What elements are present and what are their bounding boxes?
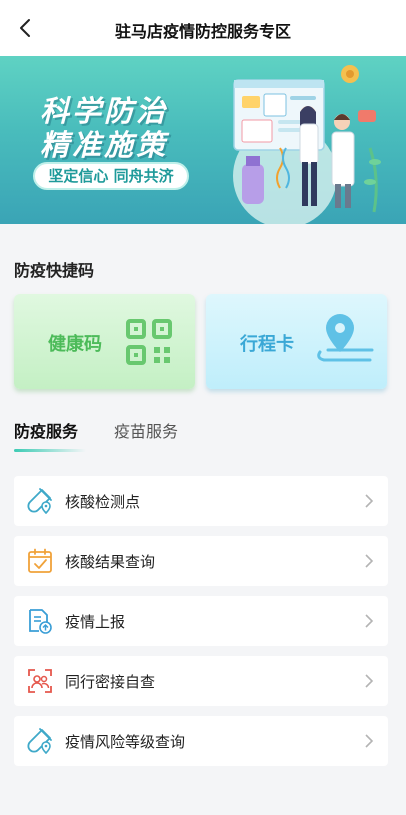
page-title: 驻马店疫情防控服务专区 xyxy=(114,22,291,41)
tab-epidemic-services[interactable]: 防疫服务 xyxy=(14,418,78,442)
service-item-test-sites[interactable]: 核酸检测点 xyxy=(14,476,388,526)
quick-codes-title: 防疫快捷码 xyxy=(14,261,95,280)
service-item-close-contact-check[interactable]: 同行密接自查 xyxy=(14,656,388,706)
top-nav-bar: 驻马店疫情防控服务专区 xyxy=(0,0,406,56)
health-code-label: 健康码 xyxy=(48,334,102,355)
tab-vaccine-services[interactable]: 疫苗服务 xyxy=(114,418,178,442)
service-item-label: 核酸检测点 xyxy=(65,493,141,511)
hero-banner: 科学防治 精准施策 坚定信心 同舟共济 xyxy=(0,56,406,224)
banner-slogan: 坚定信心 同舟共济 xyxy=(33,162,189,190)
trip-card[interactable]: 行程卡 xyxy=(206,294,387,389)
qr-code-icon xyxy=(126,319,172,365)
chevron-right-icon xyxy=(365,554,374,568)
service-item-test-results[interactable]: 核酸结果查询 xyxy=(14,536,388,586)
active-tab-indicator xyxy=(14,449,86,452)
test-tube-location-icon xyxy=(27,488,52,514)
doctors-illustration xyxy=(233,65,381,224)
service-tabs: 防疫服务 疫苗服务 xyxy=(14,418,394,454)
service-item-label: 同行密接自查 xyxy=(65,673,156,691)
chevron-right-icon xyxy=(365,494,374,508)
chevron-right-icon xyxy=(365,614,374,628)
calendar-check-icon xyxy=(28,548,52,573)
health-code-card[interactable]: 健康码 xyxy=(14,294,195,389)
service-item-label: 疫情上报 xyxy=(65,613,126,631)
service-item-risk-level[interactable]: 疫情风险等级查询 xyxy=(14,716,388,766)
trip-card-label: 行程卡 xyxy=(240,334,294,355)
service-item-label: 疫情风险等级查询 xyxy=(65,733,186,751)
chevron-right-icon xyxy=(365,674,374,688)
chevron-right-icon xyxy=(365,734,374,748)
test-tube-location-icon xyxy=(27,728,52,754)
service-item-label: 核酸结果查询 xyxy=(65,553,156,571)
banner-headline-2: 精准施策 xyxy=(40,128,169,162)
people-scan-icon xyxy=(28,669,52,693)
service-item-epidemic-report[interactable]: 疫情上报 xyxy=(14,596,388,646)
location-pin-icon xyxy=(317,314,374,362)
document-upload-icon xyxy=(29,609,52,634)
